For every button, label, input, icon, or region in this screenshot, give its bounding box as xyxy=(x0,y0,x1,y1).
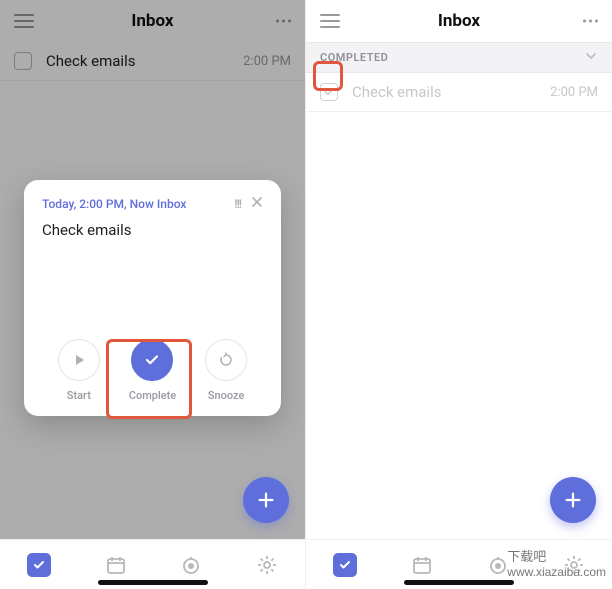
check-icon xyxy=(131,339,173,381)
screen-right: Inbox COMPLETED Check emails 2:00 PM xyxy=(306,0,612,589)
modal-controls: !!! xyxy=(234,196,263,211)
timer-icon xyxy=(487,554,509,576)
nav-focus[interactable] xyxy=(487,554,509,576)
completed-section-header[interactable]: COMPLETED xyxy=(306,42,612,73)
app-header: Inbox xyxy=(306,0,612,42)
task-row[interactable]: Check emails 2:00 PM xyxy=(306,73,612,112)
nav-settings[interactable] xyxy=(256,554,278,576)
plus-icon xyxy=(255,489,277,511)
modal-meta[interactable]: Today, 2:00 PM, Now Inbox xyxy=(42,197,186,211)
complete-action[interactable]: Complete xyxy=(117,339,187,402)
complete-label: Complete xyxy=(129,389,176,402)
more-button[interactable] xyxy=(583,20,598,23)
section-label: COMPLETED xyxy=(320,51,388,64)
add-task-fab[interactable] xyxy=(550,477,596,523)
snooze-label: Snooze xyxy=(208,389,245,402)
calendar-icon xyxy=(411,554,433,576)
nav-calendar[interactable] xyxy=(105,554,127,576)
timer-icon xyxy=(180,554,202,576)
modal-schedule-label: Today, 2:00 PM, Now xyxy=(42,197,154,211)
close-icon[interactable] xyxy=(251,196,263,211)
modal-task-title[interactable]: Check emails xyxy=(42,221,263,239)
watermark: 下载吧 www.xiazaiba.com xyxy=(507,546,606,579)
dots-icon xyxy=(583,20,586,23)
checkbox-icon xyxy=(27,553,51,577)
task-detail-modal: Today, 2:00 PM, Now Inbox !!! Check emai… xyxy=(24,180,281,416)
snooze-action[interactable]: Snooze xyxy=(191,339,261,402)
task-checkbox-checked[interactable] xyxy=(320,83,338,101)
checkbox-icon xyxy=(333,553,357,577)
modal-meta-row: Today, 2:00 PM, Now Inbox !!! xyxy=(42,196,263,211)
play-icon xyxy=(58,339,100,381)
menu-button[interactable] xyxy=(320,14,340,28)
start-label: Start xyxy=(67,389,91,402)
task-title: Check emails xyxy=(352,83,550,101)
modal-actions: Start Complete Snooze xyxy=(42,329,263,402)
nav-tasks[interactable] xyxy=(333,553,357,577)
task-list: COMPLETED Check emails 2:00 PM xyxy=(306,42,612,539)
plus-icon xyxy=(562,489,584,511)
start-action[interactable]: Start xyxy=(44,339,114,402)
check-icon xyxy=(323,86,335,98)
priority-icon[interactable]: !!! xyxy=(234,197,241,211)
chevron-down-icon xyxy=(584,51,598,64)
calendar-icon xyxy=(105,554,127,576)
nav-focus[interactable] xyxy=(180,554,202,576)
page-title: Inbox xyxy=(438,11,480,31)
task-time: 2:00 PM xyxy=(550,85,598,100)
home-indicator xyxy=(404,580,514,585)
snooze-icon xyxy=(205,339,247,381)
add-task-fab[interactable] xyxy=(243,477,289,523)
nav-calendar[interactable] xyxy=(411,554,433,576)
home-indicator xyxy=(98,580,208,585)
gear-icon xyxy=(256,554,278,576)
hamburger-icon xyxy=(320,14,340,28)
screen-left: Inbox Check emails 2:00 PM Today, 2:00 P… xyxy=(0,0,306,589)
modal-list-tag: Inbox xyxy=(157,197,187,211)
nav-tasks[interactable] xyxy=(27,553,51,577)
